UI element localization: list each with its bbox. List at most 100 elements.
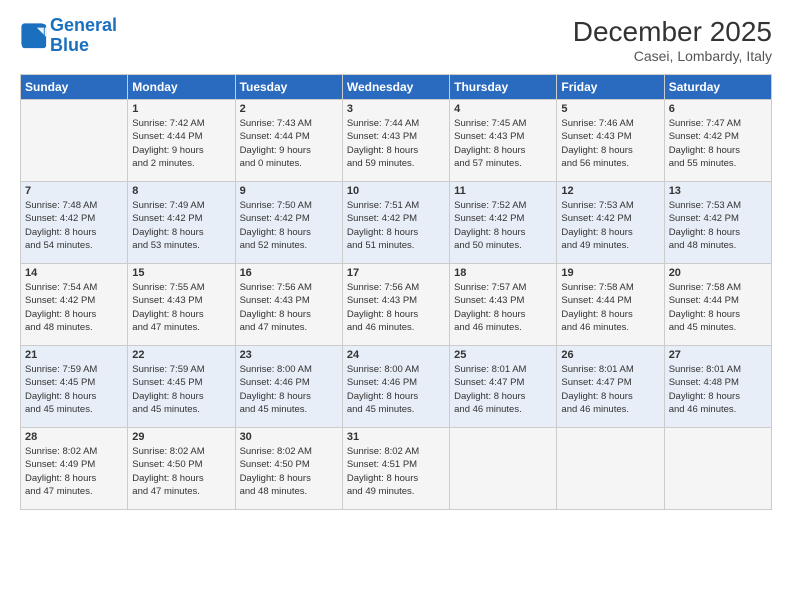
- cell-content: Sunrise: 7:58 AM Sunset: 4:44 PM Dayligh…: [669, 281, 767, 334]
- header-saturday: Saturday: [664, 75, 771, 100]
- cell-content: Sunrise: 8:02 AM Sunset: 4:49 PM Dayligh…: [25, 445, 123, 498]
- calendar-cell: 6 Sunrise: 7:47 AM Sunset: 4:42 PM Daylig…: [664, 100, 771, 182]
- calendar-cell: 11Sunrise: 7:52 AM Sunset: 4:42 PM Dayli…: [450, 182, 557, 264]
- calendar-cell: [21, 100, 128, 182]
- cell-content: Sunrise: 7:46 AM Sunset: 4:43 PM Dayligh…: [561, 117, 659, 170]
- day-number: 5: [561, 103, 659, 115]
- cell-content: Sunrise: 8:02 AM Sunset: 4:51 PM Dayligh…: [347, 445, 445, 498]
- day-number: 26: [561, 349, 659, 361]
- logo-line1: General: [50, 15, 117, 35]
- day-number: 20: [669, 267, 767, 279]
- calendar-cell: 18Sunrise: 7:57 AM Sunset: 4:43 PM Dayli…: [450, 264, 557, 346]
- title-block: December 2025 Casei, Lombardy, Italy: [573, 16, 772, 64]
- cell-content: Sunrise: 7:55 AM Sunset: 4:43 PM Dayligh…: [132, 281, 230, 334]
- day-number: 4: [454, 103, 552, 115]
- cell-content: Sunrise: 7:56 AM Sunset: 4:43 PM Dayligh…: [240, 281, 338, 334]
- calendar-cell: [557, 428, 664, 510]
- cell-content: Sunrise: 7:56 AM Sunset: 4:43 PM Dayligh…: [347, 281, 445, 334]
- calendar-cell: 29 Sunrise: 8:02 AM Sunset: 4:50 PM Dayli…: [128, 428, 235, 510]
- day-number: 9: [240, 185, 338, 197]
- cell-content: Sunrise: 7:59 AM Sunset: 4:45 PM Dayligh…: [25, 363, 123, 416]
- day-number: 15: [132, 267, 230, 279]
- calendar-cell: 19 Sunrise: 7:58 AM Sunset: 4:44 PM Dayli…: [557, 264, 664, 346]
- cell-content: Sunrise: 7:58 AM Sunset: 4:44 PM Dayligh…: [561, 281, 659, 334]
- day-number: 8: [132, 185, 230, 197]
- day-number: 18: [454, 267, 552, 279]
- header: General Blue December 2025 Casei, Lombar…: [20, 16, 772, 64]
- cell-content: Sunrise: 7:53 AM Sunset: 4:42 PM Dayligh…: [561, 199, 659, 252]
- day-number: 19: [561, 267, 659, 279]
- day-number: 29: [132, 431, 230, 443]
- week-row-5: 28 Sunrise: 8:02 AM Sunset: 4:49 PM Dayli…: [21, 428, 772, 510]
- calendar-cell: 26Sunrise: 8:01 AM Sunset: 4:47 PM Dayli…: [557, 346, 664, 428]
- calendar-cell: 15 Sunrise: 7:55 AM Sunset: 4:43 PM Dayli…: [128, 264, 235, 346]
- calendar-cell: 22Sunrise: 7:59 AM Sunset: 4:45 PM Dayli…: [128, 346, 235, 428]
- cell-content: Sunrise: 8:02 AM Sunset: 4:50 PM Dayligh…: [132, 445, 230, 498]
- day-number: 27: [669, 349, 767, 361]
- day-number: 30: [240, 431, 338, 443]
- logo: General Blue: [20, 16, 117, 56]
- cell-content: Sunrise: 7:50 AM Sunset: 4:42 PM Dayligh…: [240, 199, 338, 252]
- calendar-cell: 25 Sunrise: 8:01 AM Sunset: 4:47 PM Dayli…: [450, 346, 557, 428]
- calendar-cell: 3Sunrise: 7:44 AM Sunset: 4:43 PM Daylig…: [342, 100, 449, 182]
- calendar-cell: 17 Sunrise: 7:56 AM Sunset: 4:43 PM Dayli…: [342, 264, 449, 346]
- day-number: 31: [347, 431, 445, 443]
- day-number: 22: [132, 349, 230, 361]
- day-number: 13: [669, 185, 767, 197]
- week-row-1: 1Sunrise: 7:42 AM Sunset: 4:44 PM Daylig…: [21, 100, 772, 182]
- week-row-2: 7 Sunrise: 7:48 AM Sunset: 4:42 PM Daylig…: [21, 182, 772, 264]
- week-row-3: 14 Sunrise: 7:54 AM Sunset: 4:42 PM Dayli…: [21, 264, 772, 346]
- day-number: 17: [347, 267, 445, 279]
- calendar-cell: 27Sunrise: 8:01 AM Sunset: 4:48 PM Dayli…: [664, 346, 771, 428]
- day-number: 23: [240, 349, 338, 361]
- week-row-4: 21 Sunrise: 7:59 AM Sunset: 4:45 PM Dayli…: [21, 346, 772, 428]
- calendar-cell: 9 Sunrise: 7:50 AM Sunset: 4:42 PM Daylig…: [235, 182, 342, 264]
- calendar-cell: 14 Sunrise: 7:54 AM Sunset: 4:42 PM Dayli…: [21, 264, 128, 346]
- cell-content: Sunrise: 7:48 AM Sunset: 4:42 PM Dayligh…: [25, 199, 123, 252]
- day-number: 2: [240, 103, 338, 115]
- cell-content: Sunrise: 7:54 AM Sunset: 4:42 PM Dayligh…: [25, 281, 123, 334]
- calendar-cell: 12 Sunrise: 7:53 AM Sunset: 4:42 PM Dayli…: [557, 182, 664, 264]
- calendar-cell: 1Sunrise: 7:42 AM Sunset: 4:44 PM Daylig…: [128, 100, 235, 182]
- calendar-cell: 23 Sunrise: 8:00 AM Sunset: 4:46 PM Dayli…: [235, 346, 342, 428]
- logo-text: General Blue: [50, 16, 117, 56]
- day-number: 12: [561, 185, 659, 197]
- location: Casei, Lombardy, Italy: [573, 48, 772, 64]
- day-number: 14: [25, 267, 123, 279]
- cell-content: Sunrise: 7:51 AM Sunset: 4:42 PM Dayligh…: [347, 199, 445, 252]
- cell-content: Sunrise: 7:43 AM Sunset: 4:44 PM Dayligh…: [240, 117, 338, 170]
- day-number: 16: [240, 267, 338, 279]
- calendar-cell: 4 Sunrise: 7:45 AM Sunset: 4:43 PM Daylig…: [450, 100, 557, 182]
- calendar-table: SundayMondayTuesdayWednesdayThursdayFrid…: [20, 74, 772, 510]
- day-number: 28: [25, 431, 123, 443]
- calendar-cell: 31 Sunrise: 8:02 AM Sunset: 4:51 PM Dayli…: [342, 428, 449, 510]
- calendar-cell: 10 Sunrise: 7:51 AM Sunset: 4:42 PM Dayli…: [342, 182, 449, 264]
- calendar-cell: 30 Sunrise: 8:02 AM Sunset: 4:50 PM Dayli…: [235, 428, 342, 510]
- calendar-cell: 13Sunrise: 7:53 AM Sunset: 4:42 PM Dayli…: [664, 182, 771, 264]
- cell-content: Sunrise: 7:42 AM Sunset: 4:44 PM Dayligh…: [132, 117, 230, 170]
- day-number: 7: [25, 185, 123, 197]
- header-tuesday: Tuesday: [235, 75, 342, 100]
- calendar-cell: 7 Sunrise: 7:48 AM Sunset: 4:42 PM Daylig…: [21, 182, 128, 264]
- cell-content: Sunrise: 8:00 AM Sunset: 4:46 PM Dayligh…: [347, 363, 445, 416]
- cell-content: Sunrise: 7:47 AM Sunset: 4:42 PM Dayligh…: [669, 117, 767, 170]
- day-number: 6: [669, 103, 767, 115]
- cell-content: Sunrise: 7:45 AM Sunset: 4:43 PM Dayligh…: [454, 117, 552, 170]
- logo-line2: Blue: [50, 35, 89, 55]
- cell-content: Sunrise: 8:02 AM Sunset: 4:50 PM Dayligh…: [240, 445, 338, 498]
- cell-content: Sunrise: 8:00 AM Sunset: 4:46 PM Dayligh…: [240, 363, 338, 416]
- calendar-cell: 24 Sunrise: 8:00 AM Sunset: 4:46 PM Dayli…: [342, 346, 449, 428]
- day-number: 25: [454, 349, 552, 361]
- header-wednesday: Wednesday: [342, 75, 449, 100]
- day-number: 24: [347, 349, 445, 361]
- calendar-cell: 21 Sunrise: 7:59 AM Sunset: 4:45 PM Dayli…: [21, 346, 128, 428]
- header-row: SundayMondayTuesdayWednesdayThursdayFrid…: [21, 75, 772, 100]
- calendar-cell: 16 Sunrise: 7:56 AM Sunset: 4:43 PM Dayli…: [235, 264, 342, 346]
- day-number: 11: [454, 185, 552, 197]
- cell-content: Sunrise: 8:01 AM Sunset: 4:47 PM Dayligh…: [454, 363, 552, 416]
- day-number: 10: [347, 185, 445, 197]
- header-friday: Friday: [557, 75, 664, 100]
- day-number: 21: [25, 349, 123, 361]
- calendar-cell: 8Sunrise: 7:49 AM Sunset: 4:42 PM Daylig…: [128, 182, 235, 264]
- month-title: December 2025: [573, 16, 772, 48]
